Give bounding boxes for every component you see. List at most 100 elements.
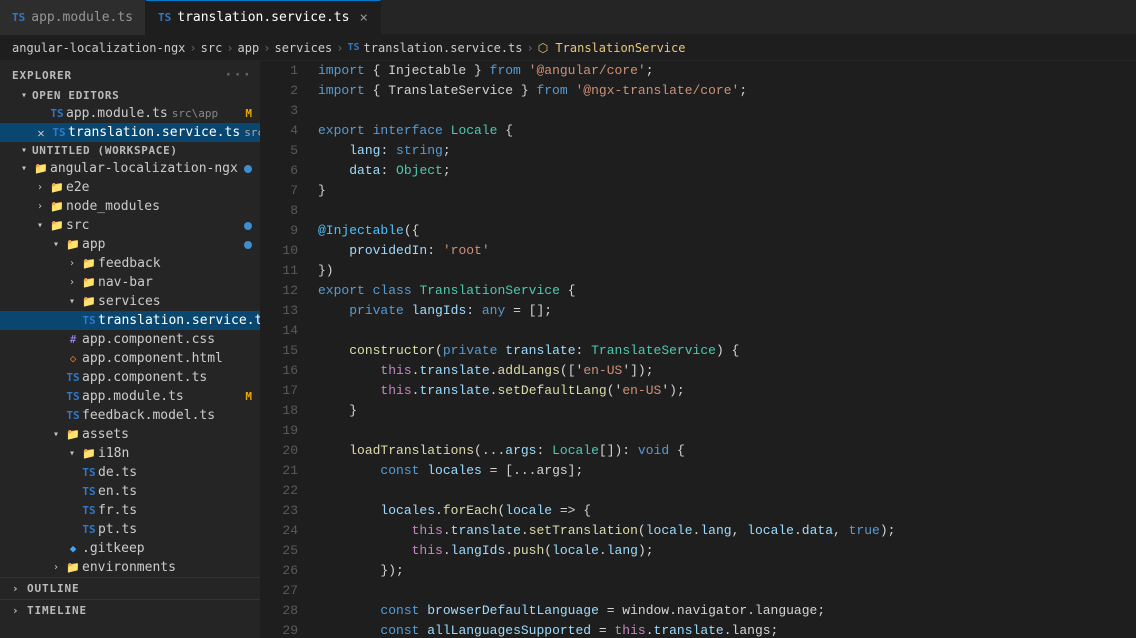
ts-icon: TS	[48, 107, 66, 120]
token: .	[443, 523, 451, 538]
tab-translation-service[interactable]: TS translation.service.ts ×	[146, 0, 381, 35]
tree-folder-root[interactable]: ▾ 📁 angular-localization-ngx	[0, 159, 260, 178]
tab-app-module[interactable]: TS app.module.ts	[0, 0, 146, 35]
token: }	[318, 403, 357, 418]
tab-label: app.module.ts	[31, 10, 133, 25]
token: void	[638, 443, 669, 458]
folder-label: feedback	[98, 256, 161, 271]
line-number: 29	[280, 621, 298, 638]
token: from	[490, 63, 521, 78]
breadcrumb-part[interactable]: translation.service.ts	[364, 41, 523, 55]
modified-dot	[244, 222, 252, 230]
open-editor-translation-service[interactable]: ✕ TS translation.service.ts src\app\serv…	[0, 123, 260, 142]
token: {	[497, 123, 513, 138]
workspace-header[interactable]: ▾ UNTITLED (WORKSPACE)	[0, 142, 260, 159]
tree-folder-environments[interactable]: › 📁 environments	[0, 558, 260, 577]
tree-file-fr-ts[interactable]: TS fr.ts	[0, 501, 260, 520]
tree-file-de-ts[interactable]: TS de.ts	[0, 463, 260, 482]
token: locale	[646, 523, 693, 538]
tree-file-app-html[interactable]: ◇ app.component.html	[0, 349, 260, 368]
line-number: 4	[280, 121, 298, 141]
token: providedIn	[349, 243, 427, 258]
token: addLangs	[497, 363, 559, 378]
code-area[interactable]: 1234567891011121314151617181920212223242…	[260, 61, 1136, 638]
tree-folder-nav-bar[interactable]: › 📁 nav-bar	[0, 273, 260, 292]
modified-badge: M	[245, 390, 252, 403]
token: args	[505, 443, 536, 458]
folder-icon: 📁	[32, 162, 50, 175]
explorer-menu-button[interactable]: ···	[224, 67, 252, 83]
token: translate	[419, 383, 489, 398]
tree-file-app-ts[interactable]: TS app.component.ts	[0, 368, 260, 387]
tree-file-gitkeep[interactable]: ◆ .gitkeep	[0, 539, 260, 558]
breadcrumb-sep: ›	[226, 41, 233, 55]
token	[365, 123, 373, 138]
open-editor-path: src\app	[172, 107, 218, 120]
line-number: 10	[280, 241, 298, 261]
token: locale	[747, 523, 794, 538]
ts-icon: TS	[80, 523, 98, 536]
token: ,	[732, 523, 748, 538]
tree-folder-app[interactable]: ▾ 📁 app	[0, 235, 260, 254]
tree-folder-i18n[interactable]: ▾ 📁 i18n	[0, 444, 260, 463]
open-editors-header[interactable]: ▾ OPEN EDITORS	[0, 87, 260, 104]
breadcrumb-part[interactable]: src	[201, 41, 223, 55]
tree-folder-feedback[interactable]: › 📁 feedback	[0, 254, 260, 273]
open-editor-app-module[interactable]: TS app.module.ts src\app M	[0, 104, 260, 123]
line-number: 20	[280, 441, 298, 461]
tree-folder-e2e[interactable]: › 📁 e2e	[0, 178, 260, 197]
token: {	[669, 443, 685, 458]
token: .	[599, 543, 607, 558]
file-label: app.component.css	[82, 332, 215, 347]
breadcrumb-part[interactable]: angular-localization-ngx	[12, 41, 185, 55]
timeline-header[interactable]: › TIMELINE	[0, 599, 260, 621]
close-icon[interactable]: ✕	[32, 126, 50, 140]
line-number: 5	[280, 141, 298, 161]
file-label: en.ts	[98, 484, 137, 499]
token: =	[591, 623, 614, 638]
outline-header[interactable]: › OUTLINE	[0, 577, 260, 599]
breadcrumb-part[interactable]: services	[274, 41, 332, 55]
token: });	[318, 563, 404, 578]
tree-file-pt-ts[interactable]: TS pt.ts	[0, 520, 260, 539]
ts-icon: TS	[80, 485, 98, 498]
chevron-right-icon: ›	[12, 582, 27, 595]
ts-icon: TS	[348, 42, 360, 53]
tree-folder-node-modules[interactable]: › 📁 node_modules	[0, 197, 260, 216]
code-line: export class TranslationService {	[318, 281, 1136, 301]
line-number: 27	[280, 581, 298, 601]
tree-file-translation-service[interactable]: TS translation.service.ts	[0, 311, 260, 330]
code-line: })	[318, 261, 1136, 281]
folder-label: angular-localization-ngx	[50, 161, 238, 176]
code-line: data: Object;	[318, 161, 1136, 181]
code-line	[318, 101, 1136, 121]
token	[404, 303, 412, 318]
tree-folder-services[interactable]: ▾ 📁 services	[0, 292, 260, 311]
tree-file-feedback-model[interactable]: TS feedback.model.ts	[0, 406, 260, 425]
tree-file-en-ts[interactable]: TS en.ts	[0, 482, 260, 501]
breadcrumb-part[interactable]: app	[238, 41, 260, 55]
tree-file-app-module[interactable]: TS app.module.ts M	[0, 387, 260, 406]
tree-folder-assets[interactable]: ▾ 📁 assets	[0, 425, 260, 444]
token: lang	[349, 143, 380, 158]
token: from	[536, 83, 567, 98]
folder-icon: 📁	[48, 200, 66, 213]
token: langIds	[451, 543, 506, 558]
code-line: import { TranslateService } from '@ngx-t…	[318, 81, 1136, 101]
folder-label: i18n	[98, 446, 129, 461]
tree-folder-src[interactable]: ▾ 📁 src	[0, 216, 260, 235]
tree-file-app-css[interactable]: # app.component.css	[0, 330, 260, 349]
breadcrumb-class[interactable]: ⬡ TranslationService	[538, 41, 686, 55]
tab-close-button[interactable]: ×	[359, 10, 367, 26]
line-number: 15	[280, 341, 298, 361]
code-content[interactable]: import { Injectable } from '@angular/cor…	[310, 61, 1136, 638]
token: }	[318, 183, 326, 198]
sidebar: EXPLORER ··· ▾ OPEN EDITORS TS app.modul…	[0, 61, 260, 638]
code-line	[318, 481, 1136, 501]
code-editor: 1234567891011121314151617181920212223242…	[260, 61, 1136, 638]
token: { Injectable }	[365, 63, 490, 78]
ts-icon: TS	[12, 11, 25, 24]
code-line: this.translate.addLangs(['en-US']);	[318, 361, 1136, 381]
code-line: this.translate.setTranslation(locale.lan…	[318, 521, 1136, 541]
chevron-down-icon: ▾	[16, 90, 32, 101]
